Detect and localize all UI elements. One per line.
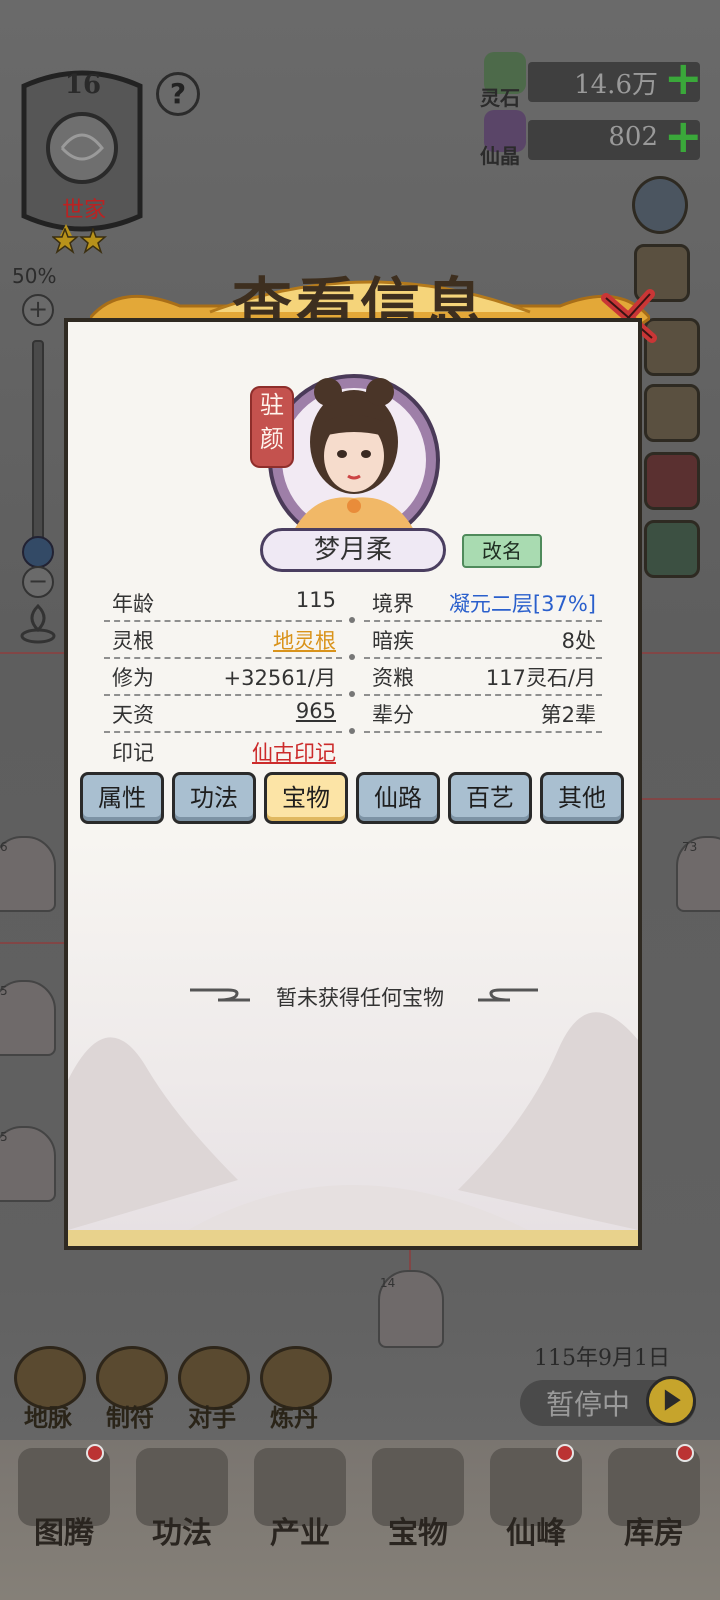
zoom-percent: 50%	[12, 264, 57, 288]
currency-label: 灵石	[480, 86, 520, 110]
tool-label-talisman[interactable]: 制符	[90, 1398, 170, 1433]
connection-line	[0, 652, 64, 654]
nav-item-peak[interactable]: 仙峰	[484, 1512, 588, 1556]
ledger-icon[interactable]	[644, 452, 700, 510]
add-spirit-stone-button[interactable]: +	[664, 55, 703, 101]
zoom-slider-knob[interactable]	[22, 536, 54, 568]
family-member-card[interactable]	[0, 1126, 56, 1202]
zoom-out-button[interactable]: −	[22, 566, 54, 598]
tool-label-rival[interactable]: 对手	[172, 1398, 252, 1433]
stat-label-generation: 辈分	[372, 703, 414, 727]
yin-yang-icon[interactable]	[632, 176, 688, 234]
row-divider	[104, 620, 342, 622]
member-level: 14	[380, 1276, 396, 1290]
family-member-card[interactable]	[0, 836, 56, 912]
stat-label-root: 灵根	[112, 629, 154, 653]
pause-status: 暂停中	[546, 1388, 631, 1421]
connection-line	[0, 942, 64, 944]
zoom-in-button[interactable]: +	[22, 294, 54, 326]
stat-value-generation: 第2辈	[540, 703, 596, 727]
family-rank-label: 世家	[61, 198, 106, 223]
help-button[interactable]: ?	[156, 72, 200, 116]
panel-footer-strip	[68, 1228, 638, 1246]
nav-item-industry[interactable]: 产业	[248, 1512, 352, 1556]
family-member-card[interactable]	[0, 980, 56, 1056]
stat-label-cultivation: 修为	[112, 666, 154, 690]
stat-value-cultivation: +32561/月	[223, 666, 336, 690]
stat-value-talent-link[interactable]: 965	[200, 699, 336, 723]
tab-immortal-path[interactable]: 仙路	[356, 772, 440, 824]
stat-value-hidden-ailment: 8处	[561, 629, 596, 653]
game-date: 115年9月1日	[534, 1346, 670, 1371]
divider-dot	[349, 728, 355, 734]
spirit-stone-value: 14.6万	[574, 70, 658, 100]
member-level: 6	[0, 840, 8, 854]
stat-label-talent: 天资	[112, 703, 154, 727]
tab-techniques[interactable]: 功法	[172, 772, 256, 824]
tool-label-earth-vein[interactable]: 地脉	[8, 1398, 88, 1433]
rename-button[interactable]: 改名	[462, 534, 542, 568]
immortal-crystal-value: 802	[608, 122, 658, 152]
stat-label-age: 年龄	[112, 592, 154, 616]
stat-label-supplies: 资粮	[372, 666, 414, 690]
nav-item-techniques[interactable]: 功法	[130, 1512, 234, 1556]
member-level: 5	[0, 984, 8, 998]
member-level: 73	[682, 840, 698, 854]
star-rating-icon	[52, 228, 108, 254]
member-level: 5	[0, 1130, 8, 1144]
bag-icon[interactable]	[644, 384, 700, 442]
row-divider	[364, 731, 602, 733]
stat-value-supplies: 117灵石/月	[485, 666, 596, 690]
tab-treasures[interactable]: 宝物	[264, 772, 348, 824]
notification-dot	[556, 1444, 574, 1462]
row-divider	[364, 694, 602, 696]
play-icon[interactable]	[646, 1376, 696, 1426]
status-seal: 驻颜	[250, 386, 294, 468]
map-icon[interactable]	[644, 520, 700, 578]
row-divider	[364, 657, 602, 659]
stat-label-hidden-ailment: 暗疾	[372, 629, 414, 653]
stat-value-realm: 凝元二层[37%]	[448, 592, 596, 616]
nav-item-totem[interactable]: 图腾	[12, 1512, 116, 1556]
character-name: 梦月柔	[260, 528, 446, 572]
connection-line	[642, 798, 720, 800]
divider-dot	[349, 691, 355, 697]
stat-value-age: 115	[295, 588, 336, 612]
tab-attributes[interactable]: 属性	[80, 772, 164, 824]
notification-dot	[86, 1444, 104, 1462]
row-divider	[104, 657, 342, 659]
divider-dot	[349, 654, 355, 660]
stat-label-realm: 境界	[372, 592, 414, 616]
locate-icon[interactable]	[16, 602, 60, 646]
empty-treasure-message: 暂未获得任何宝物	[276, 986, 444, 1010]
tool-label-alchemy[interactable]: 炼丹	[254, 1398, 334, 1433]
connection-line	[642, 652, 720, 654]
add-immortal-crystal-button[interactable]: +	[664, 113, 703, 159]
stat-label-mark: 印记	[112, 741, 154, 765]
currency-label: 仙晶	[480, 144, 520, 168]
tab-arts[interactable]: 百艺	[448, 772, 532, 824]
nav-item-storehouse[interactable]: 库房	[602, 1512, 706, 1556]
family-rank-number: 16	[64, 70, 102, 100]
row-divider	[364, 620, 602, 622]
divider-dot	[349, 617, 355, 623]
stat-value-mark-link[interactable]: 仙古印记	[200, 737, 336, 767]
row-divider	[104, 731, 342, 733]
nav-item-treasures[interactable]: 宝物	[366, 1512, 470, 1556]
cloud-swirl-right-icon	[478, 988, 538, 1002]
tab-other[interactable]: 其他	[540, 772, 624, 824]
zoom-slider-track[interactable]	[32, 340, 44, 554]
stat-value-root-link[interactable]: 地灵根	[200, 625, 336, 655]
notification-dot	[676, 1444, 694, 1462]
row-divider	[104, 694, 342, 696]
